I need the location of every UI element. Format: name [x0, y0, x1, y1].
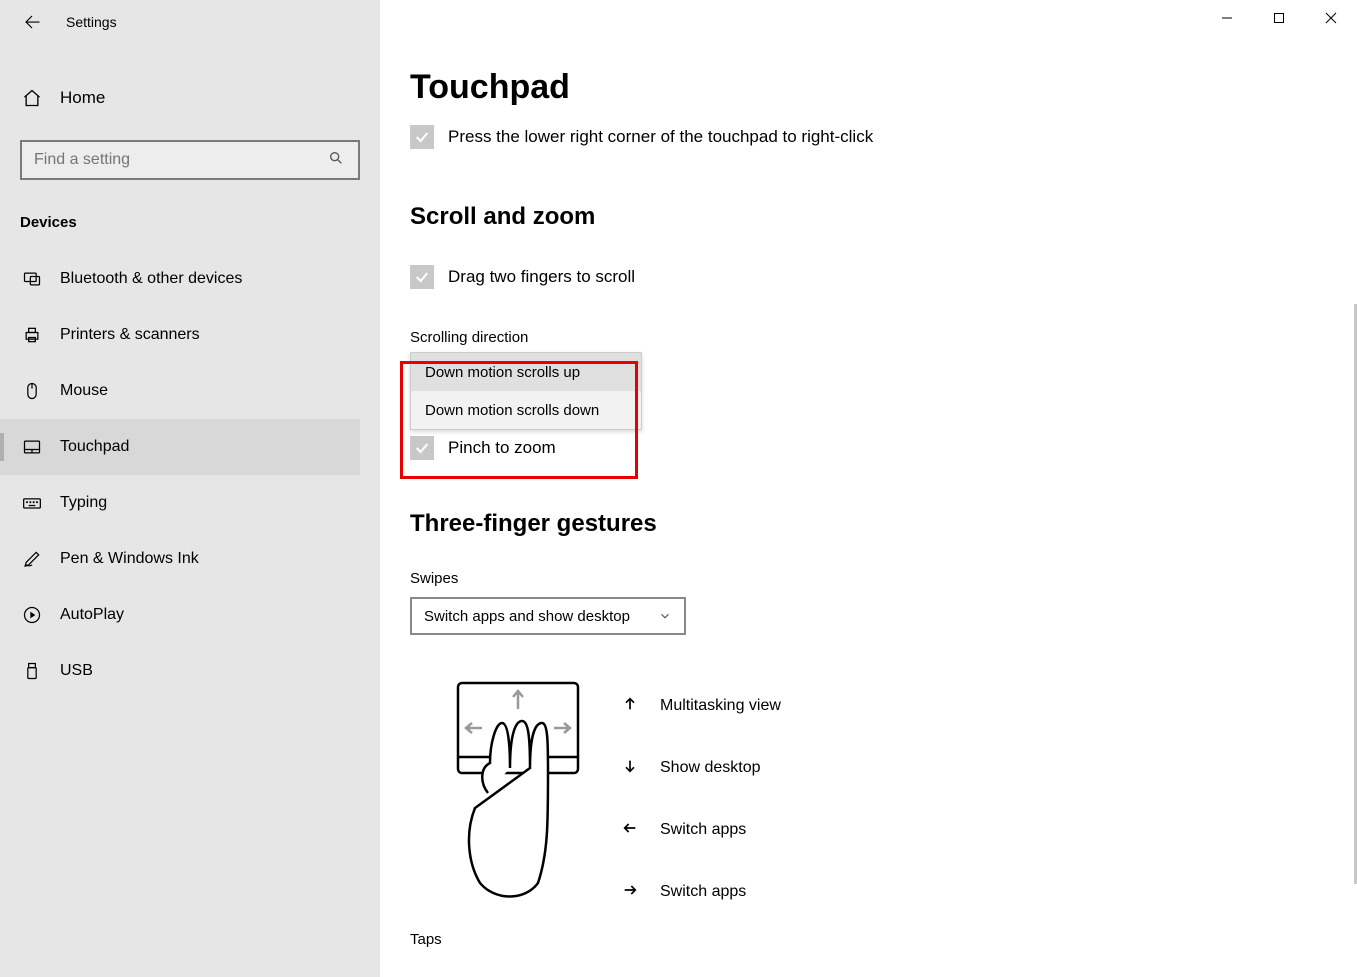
swipes-label: Swipes: [410, 570, 1327, 587]
scrolling-direction-label: Scrolling direction: [410, 329, 1327, 346]
sidebar-item-label: Touchpad: [60, 438, 129, 456]
search-icon: [328, 150, 346, 171]
dropdown-option[interactable]: Down motion scrolls down: [411, 391, 641, 429]
gesture-row: Multitasking view: [620, 675, 781, 737]
scroll-zoom-title: Scroll and zoom: [410, 203, 1327, 231]
check-label: Pinch to zoom: [448, 438, 556, 458]
dropdown-option[interactable]: Down motion scrolls up: [411, 353, 641, 391]
close-icon: [1325, 12, 1337, 24]
autoplay-icon: [20, 605, 44, 625]
arrow-right-icon: [620, 882, 640, 903]
swipes-combobox[interactable]: Switch apps and show desktop: [410, 597, 686, 635]
checkbox-icon: [410, 265, 434, 289]
sidebar-item-label: USB: [60, 662, 93, 680]
scrolling-direction-dropdown[interactable]: Down motion scrolls up Down motion scrol…: [410, 352, 1327, 430]
sidebar-item-label: Mouse: [60, 382, 108, 400]
check-two-finger-scroll[interactable]: Drag two fingers to scroll: [410, 265, 1327, 289]
sidebar-item-label: AutoPlay: [60, 606, 124, 624]
back-arrow-icon: [23, 13, 41, 31]
gesture-label: Switch apps: [660, 883, 746, 901]
mouse-icon: [20, 381, 44, 401]
titlebar: Settings: [0, 0, 380, 44]
check-pinch-zoom[interactable]: Pinch to zoom: [410, 436, 1327, 460]
window-controls: [1201, 0, 1357, 36]
arrow-up-icon: [620, 696, 640, 717]
gesture-label: Show desktop: [660, 759, 761, 777]
sidebar-item-touchpad[interactable]: Touchpad: [0, 419, 360, 475]
chevron-down-icon: [658, 609, 672, 623]
sidebar-item-label: Pen & Windows Ink: [60, 550, 199, 568]
sidebar-item-bluetooth[interactable]: Bluetooth & other devices: [0, 251, 360, 307]
search-input[interactable]: [34, 151, 328, 169]
sidebar-item-usb[interactable]: USB: [0, 643, 360, 699]
window-title: Settings: [66, 14, 117, 30]
minimize-icon: [1221, 12, 1233, 24]
bluetooth-devices-icon: [20, 269, 44, 289]
sidebar-home-label: Home: [60, 88, 105, 108]
arrow-down-icon: [620, 758, 640, 779]
swipes-value: Switch apps and show desktop: [424, 608, 630, 625]
pen-icon: [20, 549, 44, 569]
sidebar-item-label: Printers & scanners: [60, 326, 200, 344]
sidebar-item-autoplay[interactable]: AutoPlay: [0, 587, 360, 643]
sidebar-item-mouse[interactable]: Mouse: [0, 363, 360, 419]
sidebar-home[interactable]: Home: [20, 74, 360, 122]
sidebar-item-pen[interactable]: Pen & Windows Ink: [0, 531, 360, 587]
gesture-illustration: [410, 673, 610, 923]
maximize-icon: [1273, 12, 1285, 24]
sidebar-item-label: Bluetooth & other devices: [60, 270, 242, 288]
check-label: Press the lower right corner of the touc…: [448, 127, 873, 147]
keyboard-icon: [20, 493, 44, 513]
sidebar-item-label: Typing: [60, 494, 107, 512]
minimize-button[interactable]: [1201, 0, 1253, 36]
taps-label: Taps: [410, 931, 1327, 948]
gesture-label: Switch apps: [660, 821, 746, 839]
sidebar: Settings Home Devices: [0, 0, 380, 977]
home-icon: [20, 88, 44, 108]
gesture-label: Multitasking view: [660, 697, 781, 715]
three-finger-title: Three-finger gestures: [410, 510, 1327, 538]
page-title: Touchpad: [410, 68, 1327, 107]
printer-icon: [20, 325, 44, 345]
search-box[interactable]: [20, 140, 360, 180]
main-panel: Touchpad Press the lower right corner of…: [380, 0, 1357, 977]
checkbox-icon: [410, 436, 434, 460]
back-button[interactable]: [10, 2, 54, 42]
gesture-row: Switch apps: [620, 799, 781, 861]
checkbox-icon: [410, 125, 434, 149]
gesture-row: Show desktop: [620, 737, 781, 799]
arrow-left-icon: [620, 820, 640, 841]
check-label: Drag two fingers to scroll: [448, 267, 635, 287]
sidebar-item-typing[interactable]: Typing: [0, 475, 360, 531]
maximize-button[interactable]: [1253, 0, 1305, 36]
sidebar-nav: Bluetooth & other devices Printers & sca…: [20, 251, 360, 699]
check-right-click[interactable]: Press the lower right corner of the touc…: [410, 125, 1327, 149]
sidebar-section-label: Devices: [20, 214, 360, 231]
sidebar-item-printers[interactable]: Printers & scanners: [0, 307, 360, 363]
gesture-row: Switch apps: [620, 861, 781, 923]
close-button[interactable]: [1305, 0, 1357, 36]
usb-icon: [20, 661, 44, 681]
touchpad-icon: [20, 437, 44, 457]
gesture-list: Multitasking view Show desktop Switch ap…: [620, 675, 781, 923]
